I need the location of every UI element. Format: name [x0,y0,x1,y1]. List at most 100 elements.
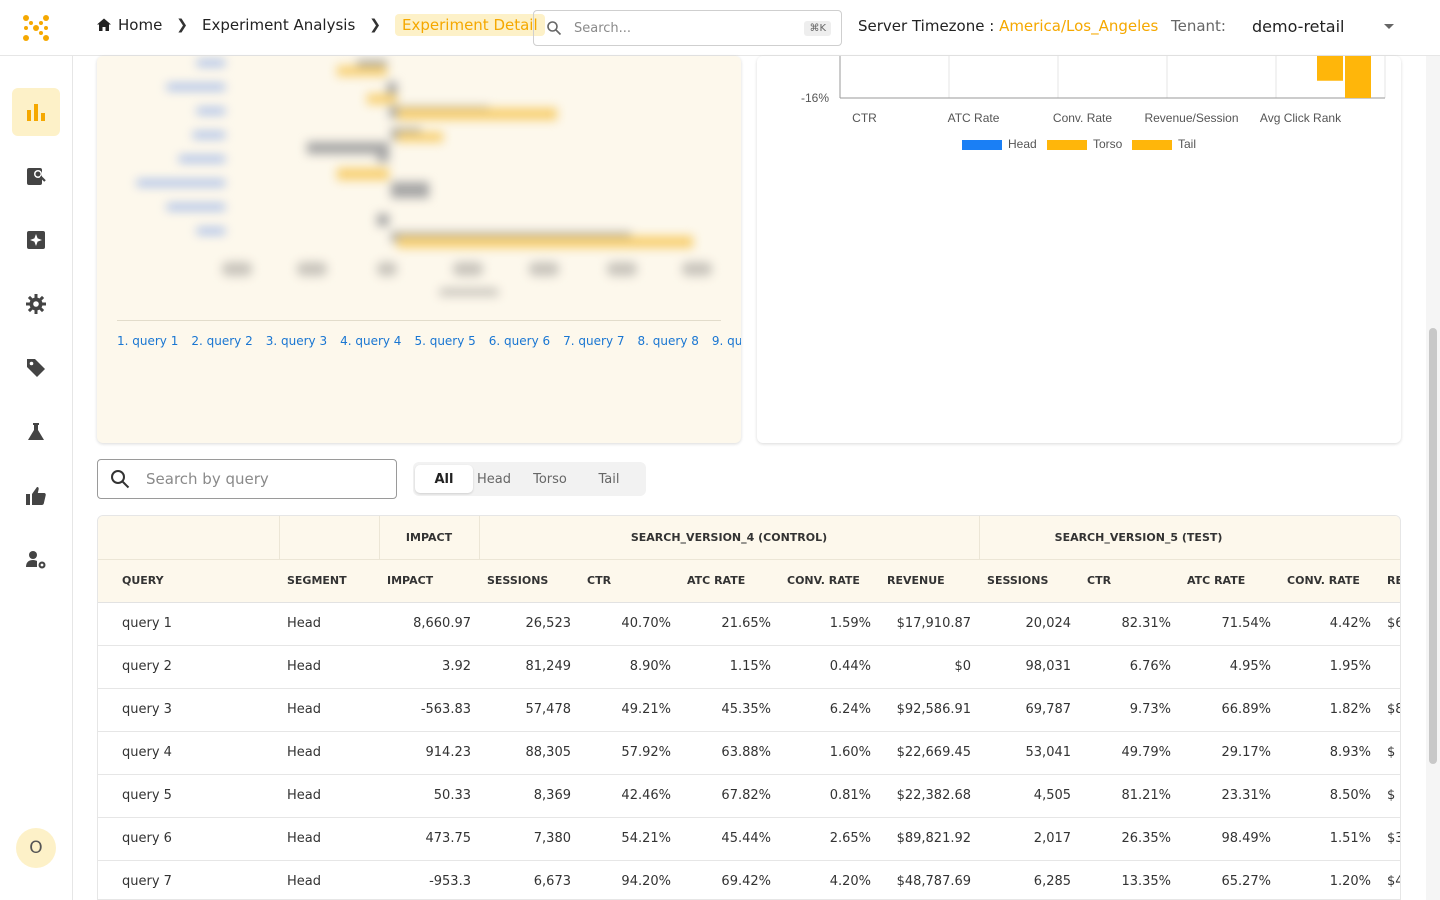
metric-cell: 50.33 [379,774,479,818]
column-header[interactable]: RE [1379,559,1400,603]
query-link[interactable]: 5. query 5 [414,334,475,348]
query-metrics-table: IMPACT SEARCH_VERSION_4 (CONTROL) SEARCH… [97,515,1401,900]
column-header[interactable]: REVENUE [879,559,980,603]
column-header[interactable]: SESSIONS [979,559,1080,603]
sidebar-item-settings[interactable] [12,280,60,328]
column-header[interactable]: CTR [579,559,679,603]
metric-cell: 473.75 [379,817,479,861]
table-row[interactable]: query 1 Head 8,660.97 26,523 40.70% 21.65% 1.5… [98,602,1400,646]
metric-cell: 6.24% [779,688,879,732]
segment-cell: Head [279,860,379,899]
table-row[interactable]: query 7 Head -953.3 6,673 94.20% 69.42% 4.20% $… [98,860,1400,899]
chart-bar[interactable] [1317,56,1343,81]
sidebar-item-user-settings[interactable] [12,536,60,584]
metric-cell: 8,369 [479,774,579,818]
sidebar: O [0,56,73,900]
table-row[interactable]: query 2 Head 3.92 81,249 8.90% 1.15% 0.44% $0 98… [98,645,1400,689]
query-link[interactable]: 6. query 6 [489,334,550,348]
metric-cell: 42.46% [579,774,679,818]
tenant-select[interactable]: demo-retail [1252,17,1402,36]
chart-legend-label[interactable]: Tail [1178,137,1196,151]
breadcrumb-experiment-analysis[interactable]: Experiment Analysis [202,16,355,34]
breadcrumb-label: Experiment Detail [402,16,538,34]
segment-all-button[interactable]: All [415,465,473,493]
metric-cell: 4.20% [779,860,879,899]
chart-legend-label[interactable]: Torso [1093,137,1123,151]
query-link[interactable]: 9. query 9 [712,334,741,348]
scrollbar-thumb[interactable] [1429,328,1437,764]
segment-lift-chart-card: -16% CTR ATC Rate Conv. Rate Revenue/Session… [757,56,1401,443]
metric-cell: 45.44% [679,817,779,861]
segment-cell: Head [279,602,379,646]
metric-cell: $ [1379,731,1400,775]
query-search-input[interactable]: Search by query [97,459,397,499]
breadcrumb-home[interactable]: Home [96,16,162,34]
column-header[interactable]: IMPACT [379,559,479,603]
column-header[interactable]: CTR [1079,559,1180,603]
sidebar-item-experiments[interactable] [12,408,60,456]
metric-cell: 82.31% [1079,602,1180,646]
user-settings-icon [26,551,46,569]
query-search-placeholder: Search by query [146,470,269,488]
metric-cell: 6,285 [979,860,1080,899]
column-header[interactable]: QUERY [98,559,279,603]
query-link[interactable]: 8. query 8 [638,334,699,348]
global-search-input[interactable]: Search... ⌘K [533,10,842,46]
sidebar-item-feedback[interactable] [12,472,60,520]
metric-cell: 0.81% [779,774,879,818]
query-link[interactable]: 7. query 7 [563,334,624,348]
query-link[interactable]: 4. query 4 [340,334,401,348]
column-header[interactable]: ATC RATE [1179,559,1280,603]
metric-cell: 71.54% [1179,602,1280,646]
table-row[interactable]: query 4 Head 914.23 88,305 57.92% 63.88% 1.60%… [98,731,1400,775]
metric-cell: 98.49% [1179,817,1280,861]
metric-cell: 2.65% [779,817,879,861]
metric-cell: 57,478 [479,688,579,732]
group-header-control: SEARCH_VERSION_4 (CONTROL) [479,516,980,560]
app-logo-icon[interactable] [22,14,50,42]
sparkle-icon [27,231,45,249]
column-header[interactable]: SESSIONS [479,559,579,603]
query-cell: query 7 [98,860,279,899]
metric-cell: $4 [1379,860,1400,899]
query-link[interactable]: 2. query 2 [191,334,252,348]
metric-cell: $6 [1379,602,1400,646]
metric-cell: 2,017 [979,817,1080,861]
segment-tail-button[interactable]: Tail [585,465,633,493]
metric-cell: $48,787.69 [879,860,980,899]
group-header [98,516,280,560]
sidebar-item-analytics[interactable] [12,88,60,136]
chart-x-tick-label: CTR [852,111,877,125]
chart-x-tick-label: ATC Rate [948,111,1000,125]
metric-cell: 69.42% [679,860,779,899]
metric-cell: 98,031 [979,645,1080,689]
segment-torso-button[interactable]: Torso [515,465,585,493]
search-icon [111,470,130,489]
chart-legend-label[interactable]: Head [1008,137,1037,151]
sidebar-item-search-analysis[interactable] [12,152,60,200]
column-header[interactable]: CONV. RATE [1279,559,1380,603]
segment-head-button[interactable]: Head [473,465,515,493]
table-row[interactable]: query 6 Head 473.75 7,380 54.21% 45.44% 2.65% $… [98,817,1400,861]
metric-cell: 1.15% [679,645,779,689]
sidebar-item-tags[interactable] [12,344,60,392]
column-header[interactable]: SEGMENT [279,559,379,603]
metric-cell: 49.79% [1079,731,1180,775]
metric-cell: -953.3 [379,860,479,899]
metric-cell: $17,910.87 [879,602,980,646]
metric-cell: 4.42% [1279,602,1380,646]
query-link[interactable]: 1. query 1 [117,334,178,348]
avatar[interactable]: O [16,828,56,868]
metric-cell: 94.20% [579,860,679,899]
table-row[interactable]: query 5 Head 50.33 8,369 42.46% 67.82% 0.81% $2… [98,774,1400,818]
chevron-right-icon: ❯ [176,17,189,33]
query-cell: query 1 [98,602,279,646]
metric-cell: 67.82% [679,774,779,818]
sidebar-item-ai[interactable] [12,216,60,264]
column-header[interactable]: ATC RATE [679,559,779,603]
chart-bar[interactable] [1345,56,1371,98]
column-header[interactable]: CONV. RATE [779,559,879,603]
table-row[interactable]: query 3 Head -563.83 57,478 49.21% 45.35% 6.24… [98,688,1400,732]
page-scrollbar[interactable] [1426,56,1440,900]
query-link[interactable]: 3. query 3 [266,334,327,348]
